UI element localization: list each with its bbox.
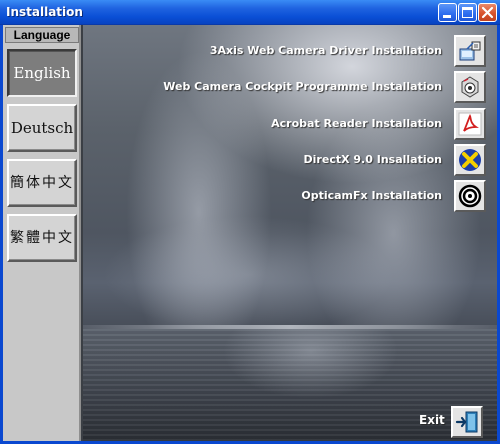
menu-item-directx[interactable]: DirectX 9.0 Insallation bbox=[86, 144, 486, 178]
menu-label[interactable]: Acrobat Reader Installation bbox=[271, 117, 442, 130]
language-button-english[interactable]: English bbox=[7, 49, 77, 97]
menu-item-acrobat[interactable]: Acrobat Reader Installation bbox=[86, 108, 486, 142]
exit-button[interactable] bbox=[451, 406, 483, 438]
exit-label[interactable]: Exit bbox=[419, 413, 445, 427]
close-icon bbox=[481, 6, 494, 19]
menu-label[interactable]: OpticamFx Installation bbox=[301, 189, 442, 202]
maximize-icon bbox=[462, 7, 473, 18]
opticam-icon bbox=[458, 184, 482, 208]
minimize-button[interactable] bbox=[438, 3, 457, 22]
menu-item-opticam[interactable]: OpticamFx Installation bbox=[86, 180, 486, 214]
camera-driver-icon bbox=[459, 41, 481, 61]
directx-button[interactable] bbox=[454, 144, 486, 176]
language-button-traditional-chinese[interactable]: 繁體中文 bbox=[7, 214, 77, 262]
language-button-simplified-chinese[interactable]: 簡体中文 bbox=[7, 159, 77, 207]
maximize-button[interactable] bbox=[458, 3, 477, 22]
menu-item-cockpit[interactable]: Web Camera Cockpit Programme Installatio… bbox=[86, 71, 486, 105]
menu-label[interactable]: DirectX 9.0 Insallation bbox=[304, 153, 442, 166]
camera-driver-button[interactable] bbox=[454, 35, 486, 67]
menu-item-camera-driver[interactable]: 3Axis Web Camera Driver Installation bbox=[86, 35, 486, 69]
title-bar[interactable]: Installation bbox=[0, 0, 500, 25]
directx-icon bbox=[459, 149, 481, 171]
cockpit-button[interactable] bbox=[454, 71, 486, 103]
close-button[interactable] bbox=[478, 3, 497, 22]
minimize-icon bbox=[443, 15, 451, 18]
language-header: Language bbox=[5, 27, 79, 43]
language-button-deutsch[interactable]: Deutsch bbox=[7, 104, 77, 152]
menu-label[interactable]: Web Camera Cockpit Programme Installatio… bbox=[163, 80, 442, 93]
acrobat-button[interactable] bbox=[454, 108, 486, 140]
menu-label[interactable]: 3Axis Web Camera Driver Installation bbox=[210, 44, 442, 57]
exit-door-icon bbox=[455, 411, 478, 433]
window-title: Installation bbox=[6, 5, 83, 19]
opticam-button[interactable] bbox=[454, 180, 486, 212]
cockpit-icon bbox=[461, 76, 479, 98]
language-sidebar: Language English Deutsch 簡体中文 繁體中文 bbox=[3, 25, 81, 441]
acrobat-icon bbox=[458, 112, 482, 136]
